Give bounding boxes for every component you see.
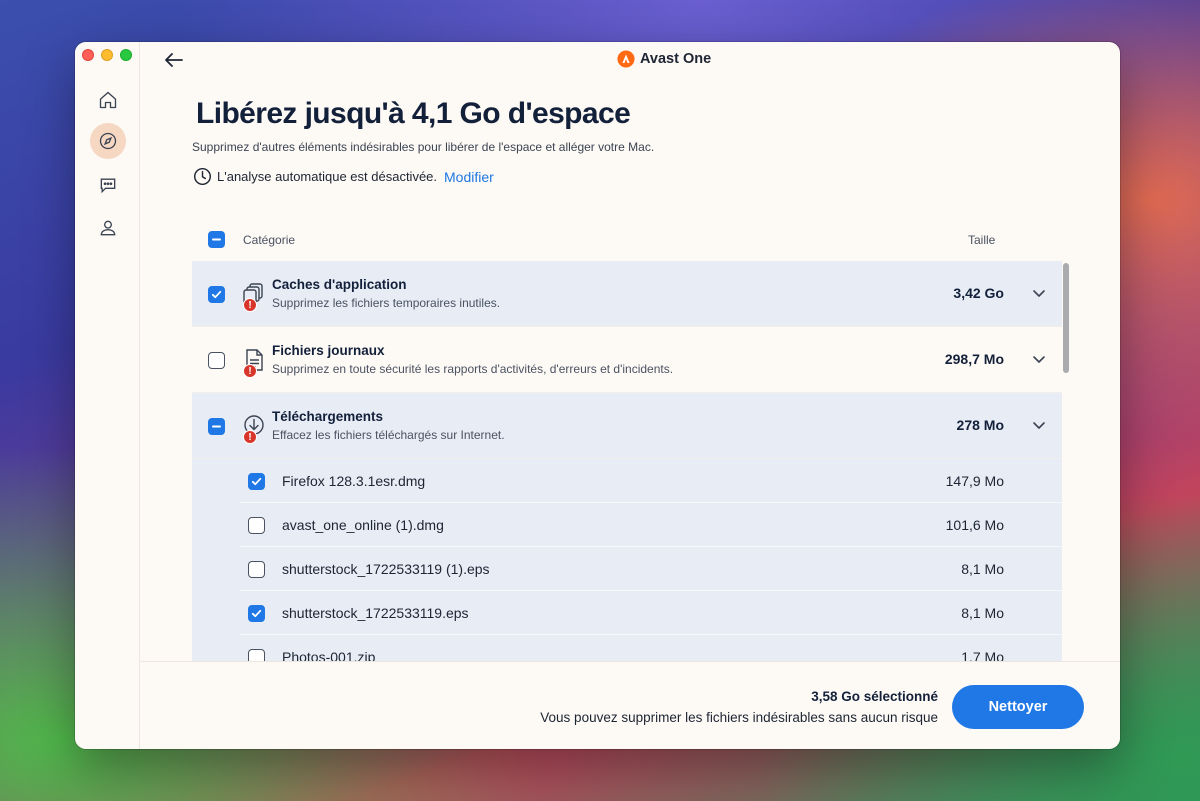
clock-icon	[193, 167, 212, 186]
file-size: 8,1 Mo	[961, 561, 1004, 577]
category-description: Supprimez les fichiers temporaires inuti…	[272, 296, 501, 310]
category-row-downloads[interactable]: ! Téléchargements Effacez les fichiers t…	[192, 393, 1062, 459]
brand: Avast One	[617, 50, 711, 68]
warning-icon: !	[243, 298, 257, 312]
file-size: 1,7 Mo	[961, 649, 1004, 661]
title-highlight: 4,1 Go d'espace	[411, 97, 631, 130]
compass-icon	[99, 132, 117, 150]
warning-icon: !	[243, 364, 257, 378]
sidebar-item-explore[interactable]	[90, 123, 126, 159]
category-size: 278 Mo	[956, 417, 1004, 433]
file-checkbox[interactable]	[248, 649, 265, 661]
list-header: Catégorie Taille	[192, 227, 1062, 251]
file-row[interactable]: Photos-001.zip 1,7 Mo	[192, 635, 1062, 661]
modify-link[interactable]: Modifier	[444, 169, 494, 185]
category-name: Caches d'application	[272, 277, 407, 292]
file-checkbox[interactable]	[248, 473, 265, 490]
file-size: 147,9 Mo	[945, 473, 1004, 489]
category-size: 298,7 Mo	[944, 351, 1004, 367]
category-checkbox[interactable]	[208, 286, 225, 303]
warning-icon: !	[243, 430, 257, 444]
app-window: Avast One Libérez jusqu'à 4,1 Go d'espac…	[75, 42, 1120, 749]
list-scrollbar[interactable]	[1063, 263, 1069, 373]
category-name: Téléchargements	[272, 409, 384, 424]
file-row[interactable]: shutterstock_1722533119 (1).eps 8,1 Mo	[192, 547, 1062, 591]
column-header-size: Taille	[968, 233, 996, 247]
user-icon	[100, 220, 116, 236]
autoscan-status: L'analyse automatique est désactivée. Mo…	[193, 167, 494, 186]
file-name: shutterstock_1722533119.eps	[282, 605, 469, 621]
file-size: 101,6 Mo	[945, 517, 1004, 533]
category-description: Supprimez en toute sécurité les rapports…	[272, 362, 674, 376]
selected-size: 3,58 Go sélectionné	[811, 689, 938, 704]
sidebar-item-home[interactable]	[90, 82, 126, 118]
app-name: Avast One	[640, 51, 712, 67]
chevron-down-icon[interactable]	[1032, 354, 1046, 364]
file-row[interactable]: Firefox 128.3.1esr.dmg 147,9 Mo	[192, 459, 1062, 503]
file-row[interactable]: avast_one_online (1).dmg 101,6 Mo	[192, 503, 1062, 547]
category-size: 3,42 Go	[953, 285, 1004, 301]
file-name: Firefox 128.3.1esr.dmg	[282, 473, 426, 489]
autoscan-text: L'analyse automatique est désactivée.	[217, 169, 438, 184]
chat-bubble-icon	[100, 178, 116, 194]
file-name: Photos-001.zip	[282, 649, 376, 661]
back-arrow-icon[interactable]	[162, 50, 186, 70]
category-description: Effacez les fichiers téléchargés sur Int…	[272, 428, 505, 442]
page-subtitle: Supprimez d'autres éléments indésirables…	[192, 140, 655, 154]
sidebar-item-account[interactable]	[90, 210, 126, 246]
file-name: avast_one_online (1).dmg	[282, 517, 444, 533]
select-all-checkbox[interactable]	[208, 231, 225, 248]
file-name: shutterstock_1722533119 (1).eps	[282, 561, 490, 577]
file-row[interactable]: shutterstock_1722533119.eps 8,1 Mo	[192, 591, 1062, 635]
log-file-icon: !	[243, 348, 265, 378]
category-name: Fichiers journaux	[272, 343, 385, 358]
category-row-logs[interactable]: ! Fichiers journaux Supprimez en toute s…	[192, 327, 1062, 393]
file-checkbox[interactable]	[248, 517, 265, 534]
chevron-down-icon[interactable]	[1032, 288, 1046, 298]
file-checkbox[interactable]	[248, 561, 265, 578]
clean-button[interactable]: Nettoyer	[952, 685, 1084, 729]
category-list[interactable]: ! Caches d'application Supprimez les fic…	[192, 261, 1062, 661]
category-row-caches[interactable]: ! Caches d'application Supprimez les fic…	[192, 261, 1062, 327]
download-icon: !	[243, 414, 265, 444]
category-checkbox[interactable]	[208, 418, 225, 435]
sidebar	[75, 42, 140, 749]
safety-note: Vous pouvez supprimer les fichiers indés…	[540, 710, 938, 725]
title-prefix: Libérez jusqu'à	[196, 97, 412, 130]
zoom-window-button[interactable]	[120, 49, 132, 61]
page-title: Libérez jusqu'à 4,1 Go d'espace	[196, 97, 631, 131]
home-icon	[99, 91, 117, 109]
file-size: 8,1 Mo	[961, 605, 1004, 621]
close-window-button[interactable]	[82, 49, 94, 61]
cache-stack-icon: !	[243, 282, 265, 312]
sidebar-item-messages[interactable]	[90, 167, 126, 203]
avast-logo-icon	[617, 50, 635, 68]
top-bar: Avast One	[140, 42, 1120, 78]
window-controls	[82, 49, 132, 61]
minimize-window-button[interactable]	[101, 49, 113, 61]
category-checkbox[interactable]	[208, 352, 225, 369]
file-checkbox[interactable]	[248, 605, 265, 622]
column-header-category: Catégorie	[243, 233, 296, 247]
chevron-down-icon[interactable]	[1032, 420, 1046, 430]
footer-bar: 3,58 Go sélectionné Vous pouvez supprime…	[141, 661, 1120, 749]
